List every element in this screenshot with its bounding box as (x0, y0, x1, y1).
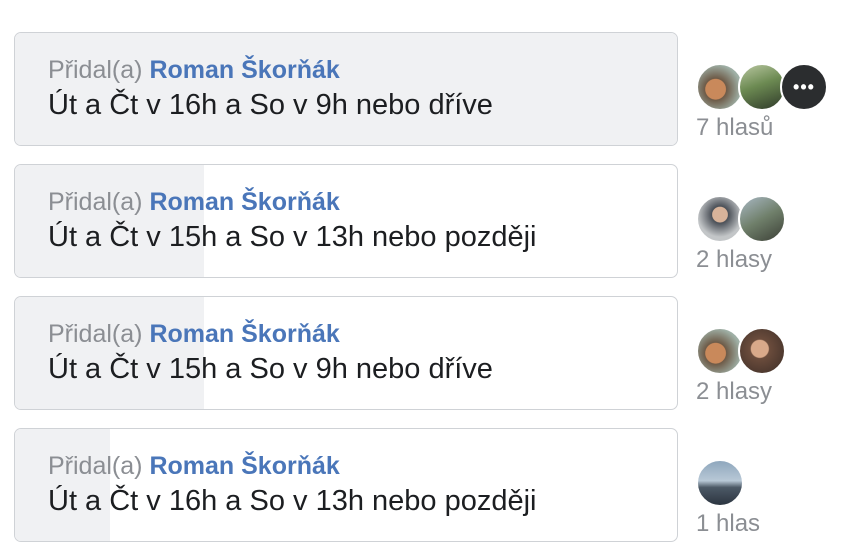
added-by-line: Přidal(a) Roman Škorňák (48, 451, 667, 481)
voter-avatars[interactable] (696, 195, 836, 245)
added-by-prefix: Přidal(a) (48, 452, 143, 480)
poll-option-box[interactable]: Přidal(a) Roman Škorňák Út a Čt v 15h a … (14, 164, 678, 278)
voter-avatar[interactable] (738, 327, 786, 375)
voter-avatars[interactable] (696, 459, 836, 509)
voter-avatar[interactable] (696, 459, 744, 507)
voter-avatar[interactable] (696, 63, 744, 111)
added-by-prefix: Přidal(a) (48, 320, 143, 348)
voter-avatars[interactable] (696, 327, 836, 377)
option-text: Přidal(a) Roman Škorňák Út a Čt v 15h a … (48, 319, 667, 389)
added-by-line: Přidal(a) Roman Škorňák (48, 187, 667, 217)
voter-avatar[interactable] (696, 327, 744, 375)
option-label: Út a Čt v 16h a So v 13h nebo později (48, 485, 537, 517)
more-voters-avatar[interactable]: ••• (780, 63, 828, 111)
option-label: Út a Čt v 15h a So v 13h nebo později (48, 221, 537, 253)
option-text: Přidal(a) Roman Škorňák Út a Čt v 16h a … (48, 55, 667, 125)
vote-count[interactable]: 2 hlasy (696, 246, 772, 274)
poll-option-3: Přidal(a) Roman Škorňák Út a Čt v 15h a … (14, 296, 842, 412)
author-link[interactable]: Roman Škorňák (149, 188, 339, 216)
added-by-prefix: Přidal(a) (48, 56, 143, 84)
author-link[interactable]: Roman Škorňák (149, 56, 339, 84)
poll-option-2: Přidal(a) Roman Škorňák Út a Čt v 15h a … (14, 164, 842, 280)
vote-count[interactable]: 7 hlasů (696, 114, 773, 142)
poll-option-4: Přidal(a) Roman Škorňák Út a Čt v 16h a … (14, 428, 842, 544)
option-label: Út a Čt v 15h a So v 9h nebo dříve (48, 353, 493, 385)
added-by-prefix: Přidal(a) (48, 188, 143, 216)
added-by-line: Přidal(a) Roman Škorňák (48, 55, 667, 85)
voter-avatar[interactable] (738, 63, 786, 111)
option-text: Přidal(a) Roman Škorňák Út a Čt v 15h a … (48, 187, 667, 257)
vote-count[interactable]: 1 hlas (696, 510, 760, 538)
more-dots-icon: ••• (793, 77, 815, 97)
poll-options-list: Přidal(a) Roman Škorňák Út a Čt v 16h a … (0, 0, 842, 558)
voter-avatar[interactable] (696, 195, 744, 243)
poll-option-1: Přidal(a) Roman Škorňák Út a Čt v 16h a … (14, 32, 842, 148)
author-link[interactable]: Roman Škorňák (149, 452, 339, 480)
author-link[interactable]: Roman Škorňák (149, 320, 339, 348)
poll-option-box[interactable]: Přidal(a) Roman Škorňák Út a Čt v 16h a … (14, 32, 678, 146)
poll-option-box[interactable]: Přidal(a) Roman Škorňák Út a Čt v 15h a … (14, 296, 678, 410)
poll-option-box[interactable]: Přidal(a) Roman Škorňák Út a Čt v 16h a … (14, 428, 678, 542)
voter-avatar[interactable] (738, 195, 786, 243)
option-text: Přidal(a) Roman Škorňák Út a Čt v 16h a … (48, 451, 667, 521)
vote-count[interactable]: 2 hlasy (696, 378, 772, 406)
voter-avatars[interactable]: ••• (696, 63, 836, 113)
option-label: Út a Čt v 16h a So v 9h nebo dříve (48, 89, 493, 121)
added-by-line: Přidal(a) Roman Škorňák (48, 319, 667, 349)
